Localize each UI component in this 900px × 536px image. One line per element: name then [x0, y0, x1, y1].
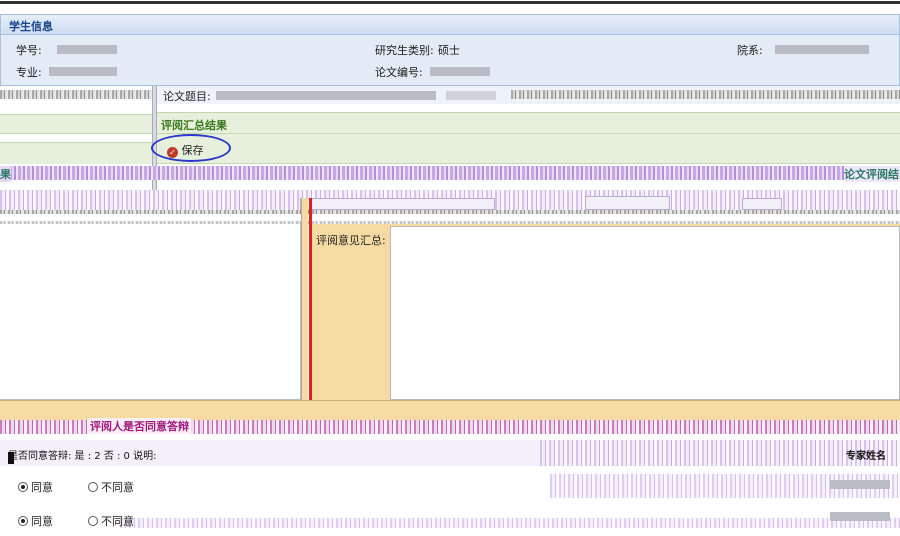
radio-agree-label: 同意	[31, 515, 53, 528]
expert-name-value	[830, 480, 890, 489]
agree-marker	[8, 452, 14, 464]
left-column-band	[0, 104, 152, 164]
summary-textarea[interactable]	[390, 226, 900, 400]
major-label: 专业:	[16, 66, 42, 79]
reviewer-row: 同意 不同意	[0, 470, 900, 500]
result-fragment-left: 果	[0, 166, 11, 182]
radio-agree-label: 同意	[31, 481, 53, 494]
review-summary-header: 评阅汇总结果	[157, 112, 900, 134]
thesis-title-value	[216, 91, 436, 100]
thesis-no-label: 论文编号:	[375, 66, 423, 79]
major-value	[49, 67, 117, 76]
expert-name-value	[830, 512, 890, 521]
student-info-title: 学生信息	[9, 20, 53, 33]
save-button-content[interactable]: ✓ 保存	[167, 142, 204, 158]
radio-agree[interactable]: 同意	[18, 513, 53, 529]
result-strip	[0, 166, 900, 180]
left-blank-pane	[0, 224, 301, 400]
department-label: 院系:	[737, 44, 763, 57]
radio-disagree[interactable]: 不同意	[88, 479, 134, 495]
form-strip-underline	[0, 210, 900, 214]
radio-agree-dot[interactable]	[18, 516, 28, 526]
form-strip-field-1[interactable]	[300, 198, 495, 210]
student-id-value	[57, 45, 117, 54]
result-fragment-right: 论文评阅结	[844, 166, 899, 182]
radio-disagree-dot[interactable]	[88, 516, 98, 526]
review-toolbar	[157, 134, 900, 164]
thesis-no-value	[430, 67, 490, 76]
thesis-title-value-2	[446, 91, 496, 100]
thesis-title-strip-left	[0, 90, 152, 99]
grad-type-value: 硕士	[438, 44, 460, 57]
save-label: 保存	[181, 144, 204, 157]
student-id-label: 学号:	[16, 44, 42, 57]
radio-agree[interactable]: 同意	[18, 479, 53, 495]
radio-disagree-dot[interactable]	[88, 482, 98, 492]
expert-name-label: 专家姓名	[846, 451, 886, 462]
thesis-title-label: 论文题目:	[163, 90, 211, 103]
pane-splitter[interactable]	[301, 198, 308, 430]
summary-label: 评阅意见汇总:	[316, 234, 386, 247]
reviewer-section-title: 评阅人是否同意答辩	[88, 418, 191, 434]
review-summary-title: 评阅汇总结果	[161, 119, 227, 132]
reviewer-row: 同意 不同意	[0, 504, 900, 534]
form-strip-field-2[interactable]	[585, 196, 670, 210]
thesis-title-row: 论文题目:	[156, 86, 900, 104]
agree-summary-text: 是否同意答辩: 是 : 2 否 : 0 说明:	[8, 451, 157, 462]
save-icon: ✓	[167, 147, 178, 158]
form-strip-field-3[interactable]	[742, 198, 782, 210]
radio-disagree-label: 不同意	[101, 481, 134, 494]
student-info-header: 学生信息	[1, 15, 899, 35]
radio-disagree[interactable]: 不同意	[88, 513, 134, 529]
top-border	[0, 1, 900, 4]
department-value	[775, 45, 869, 54]
radio-agree-dot[interactable]	[18, 482, 28, 492]
grad-type-label: 研究生类别:	[375, 44, 434, 57]
radio-disagree-label: 不同意	[101, 515, 134, 528]
